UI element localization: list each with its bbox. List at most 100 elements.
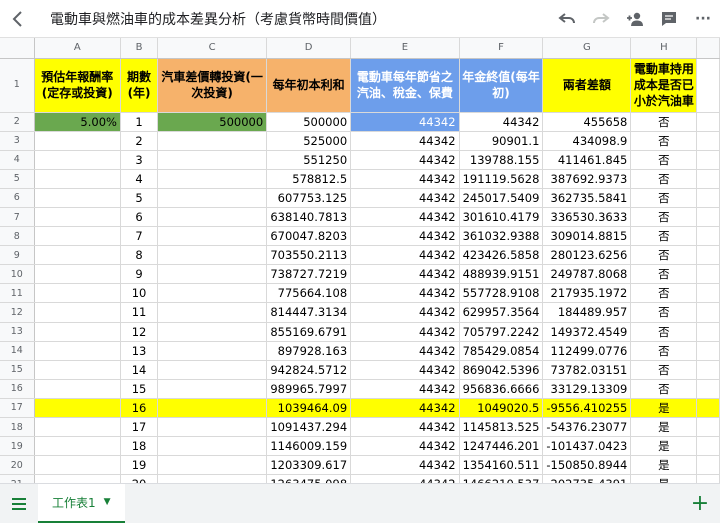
cell-price-diff[interactable] xyxy=(157,398,268,419)
cell-difference[interactable]: 33129.13309 xyxy=(542,379,632,399)
cell-extra[interactable] xyxy=(696,226,720,247)
cell-rate[interactable] xyxy=(34,169,121,189)
cell-savings[interactable]: 44342 xyxy=(350,169,460,189)
cell-price-diff[interactable] xyxy=(157,322,268,342)
cell-annuity[interactable]: 139788.155 xyxy=(459,150,544,170)
cell-is-cheaper[interactable]: 否 xyxy=(630,245,698,266)
cell-is-cheaper[interactable]: 否 xyxy=(630,322,698,342)
row-header[interactable]: 15 xyxy=(0,360,35,380)
cell-principal[interactable]: 607753.125 xyxy=(266,188,352,208)
cell-period[interactable]: 20 xyxy=(120,474,159,483)
all-sheets-button[interactable] xyxy=(0,484,38,523)
cell-period[interactable]: 7 xyxy=(120,226,159,247)
cell-principal[interactable]: 1203309.617 xyxy=(266,455,352,476)
cell-annuity[interactable]: 423426.5858 xyxy=(459,245,544,266)
cell-price-diff[interactable] xyxy=(157,169,268,189)
cell-annuity[interactable]: 1247446.201 xyxy=(459,436,544,457)
row-header[interactable]: 16 xyxy=(0,379,35,399)
document-title[interactable]: 電動車與燃油車的成本差異分析（考慮貨幣時間價值） xyxy=(36,9,550,29)
header-cell-difference[interactable]: 兩者差額 xyxy=(542,58,632,113)
cell-rate[interactable] xyxy=(34,379,121,399)
cell-period[interactable]: 18 xyxy=(120,436,159,457)
cell-rate[interactable] xyxy=(34,264,121,285)
row-header[interactable]: 11 xyxy=(0,283,35,304)
row-header[interactable]: 19 xyxy=(0,436,35,457)
header-cell-price-diff[interactable]: 汽車差價轉投資(一次投資) xyxy=(157,58,268,113)
cell-is-cheaper[interactable]: 否 xyxy=(630,188,698,208)
cell-price-diff[interactable] xyxy=(157,474,268,483)
cell-period[interactable]: 3 xyxy=(120,150,159,170)
cell-annuity[interactable]: 1145813.525 xyxy=(459,417,544,438)
row-header[interactable]: 6 xyxy=(0,188,35,208)
cell-extra[interactable] xyxy=(696,341,720,361)
cell-period[interactable]: 8 xyxy=(120,245,159,266)
column-header-h[interactable]: H xyxy=(630,38,698,59)
row-header[interactable]: 5 xyxy=(0,169,35,189)
cell-annuity[interactable]: 245017.5409 xyxy=(459,188,544,208)
row-header[interactable]: 9 xyxy=(0,245,35,266)
cell-price-diff[interactable] xyxy=(157,417,268,438)
cell-principal[interactable]: 703550.2113 xyxy=(266,245,352,266)
cell-rate[interactable] xyxy=(34,474,121,483)
column-header-g[interactable]: G xyxy=(542,38,632,59)
cell-rate[interactable] xyxy=(34,245,121,266)
cell-extra[interactable] xyxy=(696,474,720,483)
column-header-f[interactable]: F xyxy=(459,38,544,59)
column-header-a[interactable]: A xyxy=(34,38,121,59)
cell-principal[interactable]: 1263475.098 xyxy=(266,474,352,483)
cell-annuity[interactable]: 956836.6666 xyxy=(459,379,544,399)
cell-extra[interactable] xyxy=(696,322,720,342)
cell-rate[interactable] xyxy=(34,207,121,228)
cell-annuity[interactable]: 1354160.511 xyxy=(459,455,544,476)
row-header[interactable]: 17 xyxy=(0,398,35,419)
cell-is-cheaper[interactable]: 否 xyxy=(630,150,698,170)
cell-annuity[interactable]: 1466210.537 xyxy=(459,474,544,483)
cell-savings[interactable]: 44342 xyxy=(350,264,460,285)
cell-difference[interactable]: 455658 xyxy=(542,112,632,132)
cell-is-cheaper[interactable]: 否 xyxy=(630,341,698,361)
cell-is-cheaper[interactable]: 是 xyxy=(630,455,698,476)
cell-period[interactable]: 5 xyxy=(120,188,159,208)
cell-is-cheaper[interactable]: 否 xyxy=(630,283,698,304)
cell-savings[interactable]: 44342 xyxy=(350,112,460,132)
cell-annuity[interactable]: 629957.3564 xyxy=(459,302,544,323)
row-header[interactable]: 3 xyxy=(0,131,35,151)
cell-is-cheaper[interactable]: 否 xyxy=(630,360,698,380)
cell-extra[interactable] xyxy=(696,360,720,380)
cell-period[interactable]: 9 xyxy=(120,264,159,285)
cell-difference[interactable]: 434098.9 xyxy=(542,131,632,151)
cell-extra[interactable] xyxy=(696,455,720,476)
cell-is-cheaper[interactable]: 否 xyxy=(630,302,698,323)
cell-rate[interactable] xyxy=(34,455,121,476)
row-header[interactable]: 4 xyxy=(0,150,35,170)
cell-extra[interactable] xyxy=(696,188,720,208)
cell-principal[interactable]: 1091437.294 xyxy=(266,417,352,438)
cell-extra[interactable] xyxy=(696,283,720,304)
cell-annuity[interactable]: 488939.9151 xyxy=(459,264,544,285)
cell-price-diff[interactable] xyxy=(157,283,268,304)
cell-annuity[interactable]: 1049020.5 xyxy=(459,398,544,419)
cell-difference[interactable]: 249787.8068 xyxy=(542,264,632,285)
cell-period[interactable]: 19 xyxy=(120,455,159,476)
cell-rate[interactable] xyxy=(34,436,121,457)
back-button[interactable] xyxy=(0,0,36,38)
cell-rate[interactable] xyxy=(34,302,121,323)
cell-annuity[interactable]: 557728.9108 xyxy=(459,283,544,304)
cell-price-diff[interactable] xyxy=(157,379,268,399)
cell-principal[interactable]: 500000 xyxy=(266,112,352,132)
cell-savings[interactable]: 44342 xyxy=(350,322,460,342)
column-header-c[interactable]: C xyxy=(157,38,268,59)
header-cell-principal[interactable]: 每年初本利和 xyxy=(266,58,352,113)
cell-is-cheaper[interactable]: 否 xyxy=(630,131,698,151)
cell-annuity[interactable]: 361032.9388 xyxy=(459,226,544,247)
cell-annuity[interactable]: 44342 xyxy=(459,112,544,132)
cell-savings[interactable]: 44342 xyxy=(350,131,460,151)
cell-difference[interactable]: 387692.9373 xyxy=(542,169,632,189)
cell-extra[interactable] xyxy=(696,207,720,228)
row-header[interactable]: 7 xyxy=(0,207,35,228)
cell-is-cheaper[interactable]: 否 xyxy=(630,226,698,247)
add-sheet-button[interactable]: + xyxy=(680,484,720,523)
cell-savings[interactable]: 44342 xyxy=(350,436,460,457)
row-header[interactable]: 2 xyxy=(0,112,35,132)
cell-price-diff[interactable] xyxy=(157,264,268,285)
